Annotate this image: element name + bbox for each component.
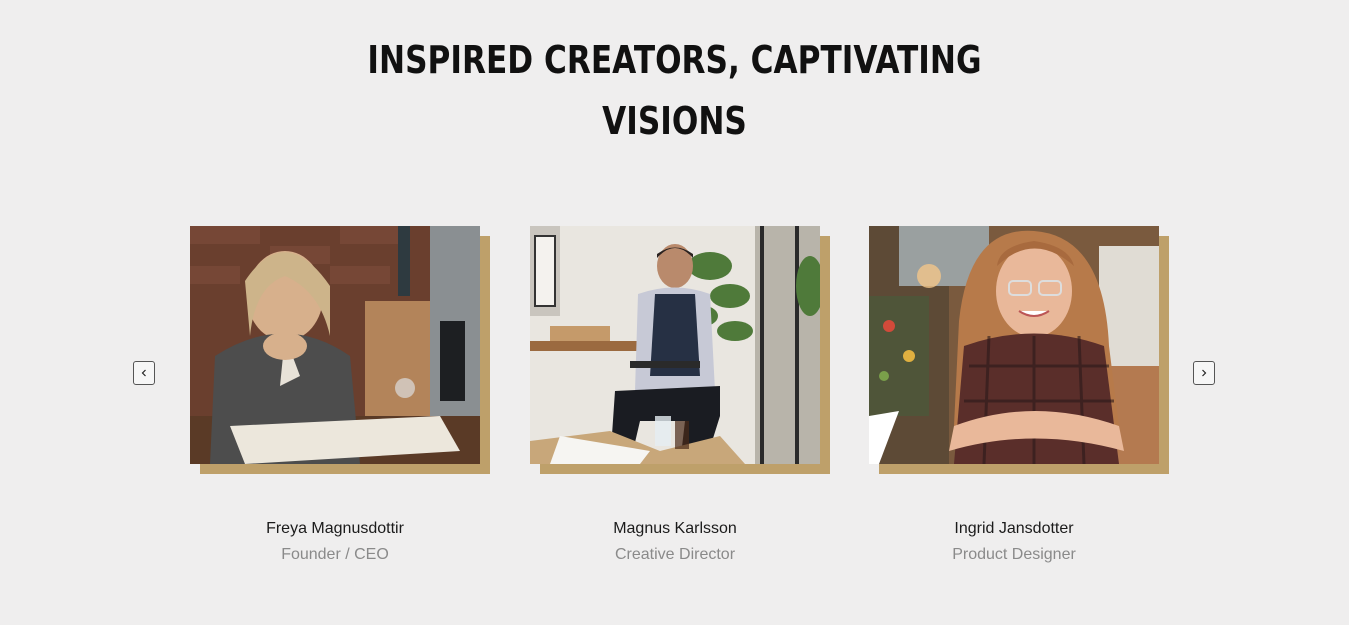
- team-card[interactable]: Magnus Karlsson Creative Director: [530, 226, 830, 563]
- team-card[interactable]: Ingrid Jansdotter Product Designer: [869, 226, 1169, 563]
- team-member-photo: [530, 226, 820, 464]
- photo-frame: [869, 226, 1169, 474]
- team-member-role: Founder / CEO: [281, 546, 389, 563]
- team-member-name: Freya Magnusdottir: [266, 520, 404, 537]
- photo-frame: [190, 226, 490, 474]
- section-heading-line2: VISIONS: [602, 99, 747, 143]
- team-member-role: Product Designer: [952, 546, 1076, 563]
- photo-frame: [530, 226, 830, 474]
- team-member-role: Creative Director: [614, 546, 736, 563]
- section-heading: INSPIRED CREATORS, CAPTIVATING VISIONS: [121, 30, 1227, 152]
- chevron-left-icon: [141, 369, 146, 377]
- section-heading-line1: INSPIRED CREATORS, CAPTIVATING: [367, 38, 982, 82]
- team-member-name: Ingrid Jansdotter: [954, 520, 1074, 537]
- team-card[interactable]: Freya Magnusdottir Founder / CEO: [190, 226, 490, 563]
- carousel-next-button[interactable]: [1193, 361, 1215, 385]
- team-member-photo: [190, 226, 480, 464]
- team-member-name: Magnus Karlsson: [613, 520, 737, 537]
- chevron-right-icon: [1202, 369, 1207, 377]
- team-member-photo: [869, 226, 1159, 464]
- carousel-prev-button[interactable]: [133, 361, 155, 385]
